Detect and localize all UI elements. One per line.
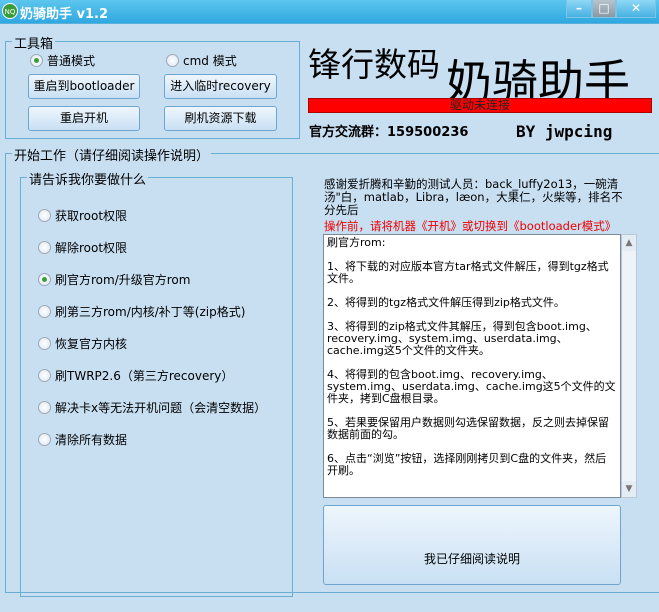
task-option-label: 恢复官方内核 [55,337,128,351]
radio-icon [38,401,51,414]
task-option-label: 解决卡x等无法开机问题（会清空数据） [55,401,267,415]
instruction-line: 4、将得到的包含boot.img、recovery.img、system.img… [327,368,616,405]
scroll-down-icon[interactable]: ▼ [622,481,636,497]
task-option-label: 刷第三方rom/内核/补丁等(zip格式) [55,305,246,319]
task-option-5[interactable]: 刷TWRP2.6（第三方recovery） [38,367,233,384]
radio-icon [38,337,51,350]
radio-cmd-mode[interactable]: cmd 模式 [166,52,237,69]
confirm-read-button[interactable]: 我已仔细阅读说明 [323,505,621,585]
title-bar: NQ 奶骑助手 v1.2 – □ ✕ [0,0,659,24]
instruction-line: 6、点击“浏览”按钮，选择刚刚拷贝到C盘的文件夹，然后开刷。 [327,452,607,477]
radio-label: 普通模式 [47,54,96,68]
resource-download-button[interactable]: 刷机资源下载 [164,106,277,131]
reboot-bootloader-button[interactable]: 重启到bootloader [28,74,140,99]
radio-icon [38,273,51,286]
radio-icon [38,305,51,318]
radio-icon [38,209,51,222]
company-name: 锋行数码 [308,45,440,84]
task-option-0[interactable]: 获取root权限 [38,207,127,224]
reboot-button[interactable]: 重启开机 [28,106,140,131]
instruction-line: 5、若果要保留用户数据则勾选保留数据，反之则去掉保留数据前面的勾。 [327,416,609,441]
window-title: 奶骑助手 v1.2 [20,7,109,22]
work-legend: 开始工作（请仔细阅读操作说明） [12,145,212,164]
radio-icon [38,241,51,254]
radio-icon [38,369,51,382]
instruction-line: 3、将得到的zip格式文件其解压，得到包含boot.img、recovery.i… [327,320,597,357]
task-option-7[interactable]: 清除所有数据 [38,431,127,448]
task-option-label: 解除root权限 [55,241,128,255]
radio-normal-mode[interactable]: 普通模式 [30,52,95,69]
radio-selected-icon [30,54,43,67]
instructions-textarea[interactable]: 刷官方rom: 1、将下载的对应版本官方tar格式文件解压，得到tgz格式文件。… [323,234,621,498]
qq-group: 官方交流群：159500236 [309,125,469,140]
task-option-label: 获取root权限 [55,209,128,223]
app-icon: NQ [2,3,18,19]
task-option-label: 刷官方rom/升级官方rom [55,273,191,287]
task-option-label: 清除所有数据 [55,433,128,447]
task-option-2[interactable]: 刷官方rom/升级官方rom [38,271,190,288]
scrollbar[interactable]: ▲ ▼ [621,234,637,498]
author: BY jwpcing [516,122,613,141]
toolbox-legend: 工具箱 [12,33,56,52]
scroll-up-icon[interactable]: ▲ [622,235,636,251]
temp-recovery-button[interactable]: 进入临时recovery [164,74,277,99]
driver-status-bar: 驱动未连接 [308,98,652,113]
task-legend: 请告诉我你要做什么 [27,169,149,188]
radio-icon [166,54,179,67]
task-option-3[interactable]: 刷第三方rom/内核/补丁等(zip格式) [38,303,245,320]
instruction-line: 1、将下载的对应版本官方tar格式文件解压，得到tgz格式文件。 [327,260,609,285]
instruction-line: 2、将得到的tgz格式文件解压得到zip格式文件。 [327,296,565,309]
minimize-button[interactable]: – [566,0,592,18]
task-option-6[interactable]: 解决卡x等无法开机问题（会清空数据） [38,399,266,416]
task-option-label: 刷TWRP2.6（第三方recovery） [55,369,234,383]
maximize-button[interactable]: □ [592,0,616,18]
task-option-1[interactable]: 解除root权限 [38,239,127,256]
radio-icon [38,433,51,446]
close-button[interactable]: ✕ [616,0,656,18]
instruction-line: 刷官方rom: [327,236,386,249]
radio-label: cmd 模式 [183,54,237,68]
thanks-text: 感谢爱折腾和辛勤的测试人员：back_luffy2o13，一碗清汤"白，matl… [324,177,623,217]
warning-text: 操作前，请将机器《开机》或切换到《bootloader模式》 [324,219,617,233]
task-option-4[interactable]: 恢复官方内核 [38,335,127,352]
